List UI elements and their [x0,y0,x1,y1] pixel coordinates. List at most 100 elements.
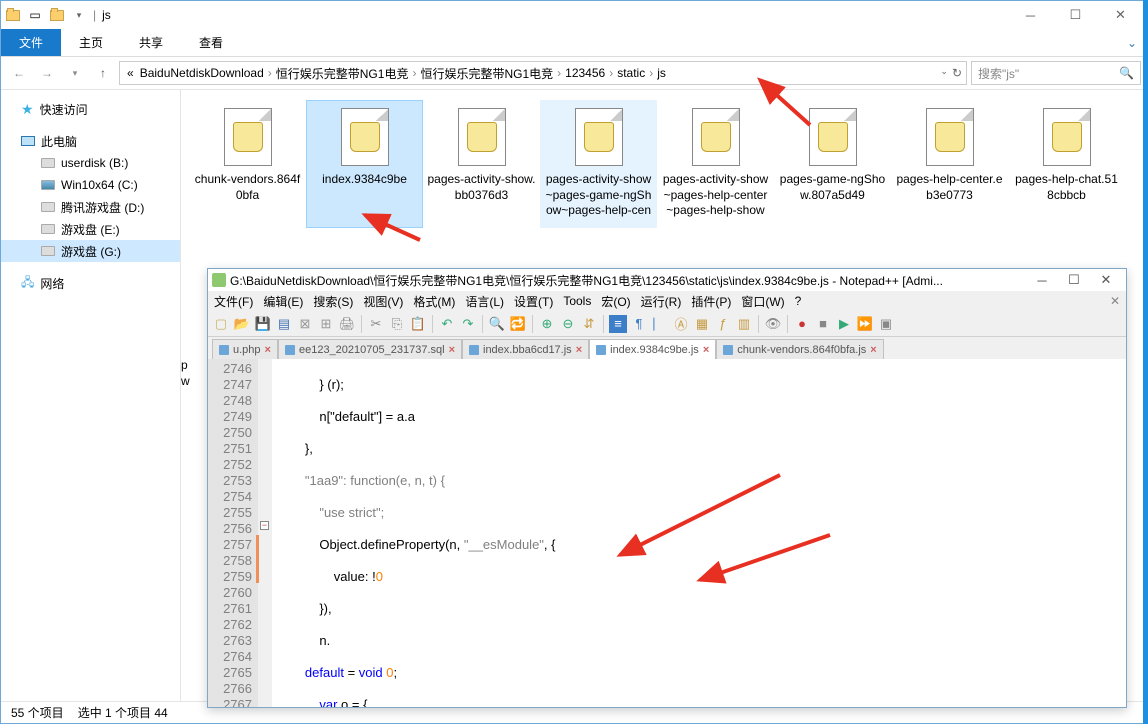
menu-macro[interactable]: 宏(O) [601,293,630,310]
minimize-button[interactable]: ─ [1008,1,1053,29]
folder-icon[interactable]: ▦ [693,315,711,333]
code-area[interactable]: } (r); n["default"] = a.a }, "1aa9": fun… [272,359,1126,707]
refresh-icon[interactable]: ↻ [952,66,962,80]
zoom-in-icon[interactable]: ⊕ [538,315,556,333]
replace-icon[interactable]: 🔁 [509,315,527,333]
breadcrumb-item[interactable]: BaiduNetdiskDownload [137,66,267,80]
tab-view[interactable]: 查看 [181,29,241,56]
sidebar-drive[interactable]: userdisk (B:) [1,152,180,174]
play-macro-icon[interactable]: ▶ [835,315,853,333]
menu-edit[interactable]: 编辑(E) [263,293,303,310]
nav-back-button[interactable]: ← [7,61,31,85]
file-item[interactable]: pages-activity-show~pages-game-ngShow~pa… [540,100,657,228]
tab-close-icon[interactable]: × [703,344,709,356]
menu-search[interactable]: 搜索(S) [313,293,353,310]
npp-tab-active[interactable]: index.9384c9be.js× [589,339,716,359]
tab-share[interactable]: 共享 [121,29,181,56]
qat-dropdown-icon[interactable]: ▾ [71,7,87,23]
record-macro-icon[interactable]: ● [793,315,811,333]
menu-window[interactable]: 窗口(W) [741,293,784,310]
close-all-icon[interactable]: ⊞ [317,315,335,333]
nav-up-button[interactable]: ↑ [91,61,115,85]
play-multi-icon[interactable]: ⏩ [856,315,874,333]
breadcrumb-overflow[interactable]: « [124,66,137,80]
file-item[interactable]: pages-activity-show.bb0376d3 [423,100,540,228]
wordwrap-icon[interactable]: ≡ [609,315,627,333]
nav-forward-button[interactable]: → [35,61,59,85]
doc-list-icon[interactable]: 👁 [764,315,782,333]
stop-macro-icon[interactable]: ■ [814,315,832,333]
zoom-out-icon[interactable]: ⊖ [559,315,577,333]
npp-tab[interactable]: ee123_20210705_231737.sql× [278,339,462,359]
save-all-icon[interactable]: ▤ [275,315,293,333]
menu-plugins[interactable]: 插件(P) [691,293,731,310]
file-item[interactable]: chunk-vendors.864f0bfa [189,100,306,228]
paste-icon[interactable]: 📋 [409,315,427,333]
open-file-icon[interactable]: 📂 [233,315,251,333]
file-item-selected[interactable]: index.9384c9be [306,100,423,228]
menu-file[interactable]: 文件(F) [214,293,253,310]
sidebar-drive[interactable]: Win10x64 (C:) [1,174,180,196]
file-item[interactable]: pages-help-chat.518cbbcb [1008,100,1125,228]
breadcrumb-item[interactable]: static [614,66,648,80]
sync-scroll-icon[interactable]: ⇵ [580,315,598,333]
npp-tab[interactable]: u.php× [212,339,278,359]
search-icon[interactable]: 🔍 [1119,66,1134,80]
breadcrumb-item[interactable]: 123456 [562,66,608,80]
sidebar-drive[interactable]: 游戏盘 (E:) [1,218,180,240]
npp-minimize-button[interactable]: ─ [1026,269,1058,291]
redo-icon[interactable]: ↷ [459,315,477,333]
breadcrumb-item[interactable]: 恒行娱乐完整带NG1电竞 [273,65,412,82]
npp-menubar-close-icon[interactable]: ✕ [1110,294,1120,308]
breadcrumb-item[interactable]: js [654,66,669,80]
ucase-icon[interactable]: Ⓐ [672,315,690,333]
menu-language[interactable]: 语言(L) [465,293,504,310]
breadcrumb-dropdown-icon[interactable]: ⌄ [940,66,948,80]
sidebar-quick-access[interactable]: ★快速访问 [1,98,180,120]
tab-close-icon[interactable]: × [265,344,271,356]
new-folder-icon[interactable] [49,7,65,23]
menu-run[interactable]: 运行(R) [641,293,682,310]
tab-home[interactable]: 主页 [61,29,121,56]
menu-format[interactable]: 格式(M) [413,293,455,310]
sidebar-drive[interactable]: 腾讯游戏盘 (D:) [1,196,180,218]
npp-editor[interactable]: 2746 2747 2748 2749 2750 2751 2752 2753 … [208,359,1126,707]
map-icon[interactable]: ▥ [735,315,753,333]
new-file-icon[interactable]: ▢ [212,315,230,333]
indent-guide-icon[interactable]: ⎸ [651,315,669,333]
npp-tab[interactable]: chunk-vendors.864f0bfa.js× [716,339,883,359]
sidebar-this-pc[interactable]: 此电脑 [1,130,180,152]
func-list-icon[interactable]: ƒ [714,315,732,333]
nav-recent-dropdown[interactable]: ▾ [63,61,87,85]
tab-file[interactable]: 文件 [1,29,61,56]
menu-settings[interactable]: 设置(T) [514,293,553,310]
file-item[interactable]: pages-activity-show~pages-help-center~pa… [657,100,774,228]
find-icon[interactable]: 🔍 [488,315,506,333]
save-icon[interactable]: 💾 [254,315,272,333]
print-icon[interactable]: 🖨 [338,315,356,333]
undo-icon[interactable]: ↶ [438,315,456,333]
sidebar-drive-selected[interactable]: 游戏盘 (G:) [1,240,180,262]
copy-icon[interactable]: ⎘ [388,315,406,333]
tab-close-icon[interactable]: × [576,344,582,356]
npp-maximize-button[interactable]: ☐ [1058,269,1090,291]
npp-tab[interactable]: index.bba6cd17.js× [462,339,589,359]
menu-help[interactable]: ? [795,294,802,308]
file-item[interactable]: pages-game-ngShow.807a5d49 [774,100,891,228]
breadcrumb-item[interactable]: 恒行娱乐完整带NG1电竞 [417,65,556,82]
tab-close-icon[interactable]: × [870,344,876,356]
all-chars-icon[interactable]: ¶ [630,315,648,333]
fold-minus-icon[interactable]: − [260,521,269,530]
fold-column[interactable]: − [258,359,272,707]
search-box[interactable]: 搜索"js" 🔍 [971,61,1141,85]
cut-icon[interactable]: ✂ [367,315,385,333]
breadcrumb-bar[interactable]: « BaiduNetdiskDownload› 恒行娱乐完整带NG1电竞› 恒行… [119,61,967,85]
menu-tools[interactable]: Tools [563,294,591,308]
menu-view[interactable]: 视图(V) [363,293,403,310]
maximize-button[interactable]: ☐ [1053,1,1098,29]
save-macro-icon[interactable]: ▣ [877,315,895,333]
close-file-icon[interactable]: ⊠ [296,315,314,333]
close-button[interactable]: ✕ [1098,1,1143,29]
tab-close-icon[interactable]: × [449,344,455,356]
file-item[interactable]: pages-help-center.eb3e0773 [891,100,1008,228]
